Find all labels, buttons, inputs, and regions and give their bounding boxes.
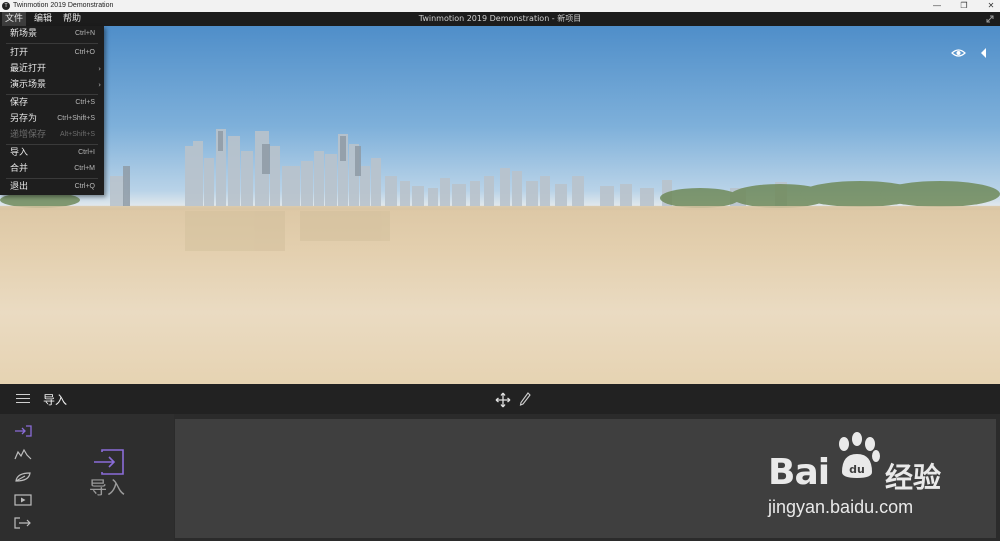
- 3d-viewport[interactable]: [0, 26, 1000, 384]
- restore-button[interactable]: ❐: [951, 0, 977, 12]
- baidu-watermark-url: jingyan.baidu.com: [768, 497, 914, 517]
- menu-item-merge[interactable]: 合并 Ctrl+M: [0, 161, 104, 177]
- menu-file[interactable]: 文件: [2, 12, 27, 26]
- file-menu-dropdown: 新场景 Ctrl+N 打开 Ctrl+O 最近打开 › 演示场景 › 保存 Ct…: [0, 26, 104, 195]
- menu-item-save[interactable]: 保存 Ctrl+S: [0, 95, 104, 111]
- menu-item-demo-scenes[interactable]: 演示场景 ›: [0, 77, 104, 93]
- submenu-arrow-icon: ›: [98, 65, 101, 73]
- baidu-watermark-suffix: 经验: [885, 461, 942, 494]
- hamburger-menu-icon[interactable]: [16, 394, 30, 404]
- pencil-icon[interactable]: [519, 392, 531, 406]
- svg-text:du: du: [849, 463, 865, 476]
- baidu-paw-icon: du: [839, 432, 880, 478]
- minimize-button[interactable]: —: [924, 0, 950, 12]
- eye-icon[interactable]: [951, 48, 966, 58]
- window-titlebar: T Twinmotion 2019 Demonstration — ❐ ✕: [0, 0, 1000, 12]
- window-title: Twinmotion 2019 Demonstration: [13, 2, 114, 9]
- project-title: Twinmotion 2019 Demonstration - 新项目: [418, 14, 582, 23]
- section-title: 导入: [43, 393, 68, 407]
- menu-item-new-scene[interactable]: 新场景 Ctrl+N: [0, 26, 104, 42]
- import-large-icon: [94, 449, 124, 475]
- vegetation-icon[interactable]: [13, 470, 33, 484]
- close-button[interactable]: ✕: [978, 0, 1000, 12]
- menu-item-import[interactable]: 导入 Ctrl+I: [0, 145, 104, 161]
- menu-item-recent[interactable]: 最近打开 ›: [0, 61, 104, 77]
- menu-item-open[interactable]: 打开 Ctrl+O: [0, 45, 104, 61]
- media-icon[interactable]: [13, 493, 33, 507]
- baidu-watermark-brand: Bai: [768, 452, 830, 493]
- menu-edit[interactable]: 编辑: [31, 12, 55, 26]
- menu-item-exit[interactable]: 退出 Ctrl+Q: [0, 179, 104, 195]
- move-gizmo-icon[interactable]: [495, 392, 511, 408]
- menu-item-incremental-save: 递增保存 Alt+Shift+S: [10, 130, 95, 140]
- terrain-icon[interactable]: [13, 447, 33, 461]
- submenu-arrow-icon: ›: [98, 81, 101, 89]
- collapse-arrow-icon[interactable]: [979, 47, 988, 59]
- fullscreen-icon[interactable]: [985, 14, 995, 24]
- import-label: 导入: [89, 478, 125, 499]
- menu-help[interactable]: 帮助: [60, 12, 84, 26]
- menu-item-save-as[interactable]: 另存为 Ctrl+Shift+S: [0, 111, 104, 127]
- twinmotion-logo-icon: T: [2, 2, 10, 10]
- import-icon[interactable]: [13, 424, 33, 438]
- city-skyline-scene: [0, 129, 1000, 251]
- menubar: Twinmotion 2019 Demonstration - 新项目 文件 编…: [0, 12, 1000, 26]
- menu-divider: [6, 43, 98, 44]
- bottom-toolbar: 导入: [0, 384, 1000, 414]
- export-icon[interactable]: [13, 516, 33, 530]
